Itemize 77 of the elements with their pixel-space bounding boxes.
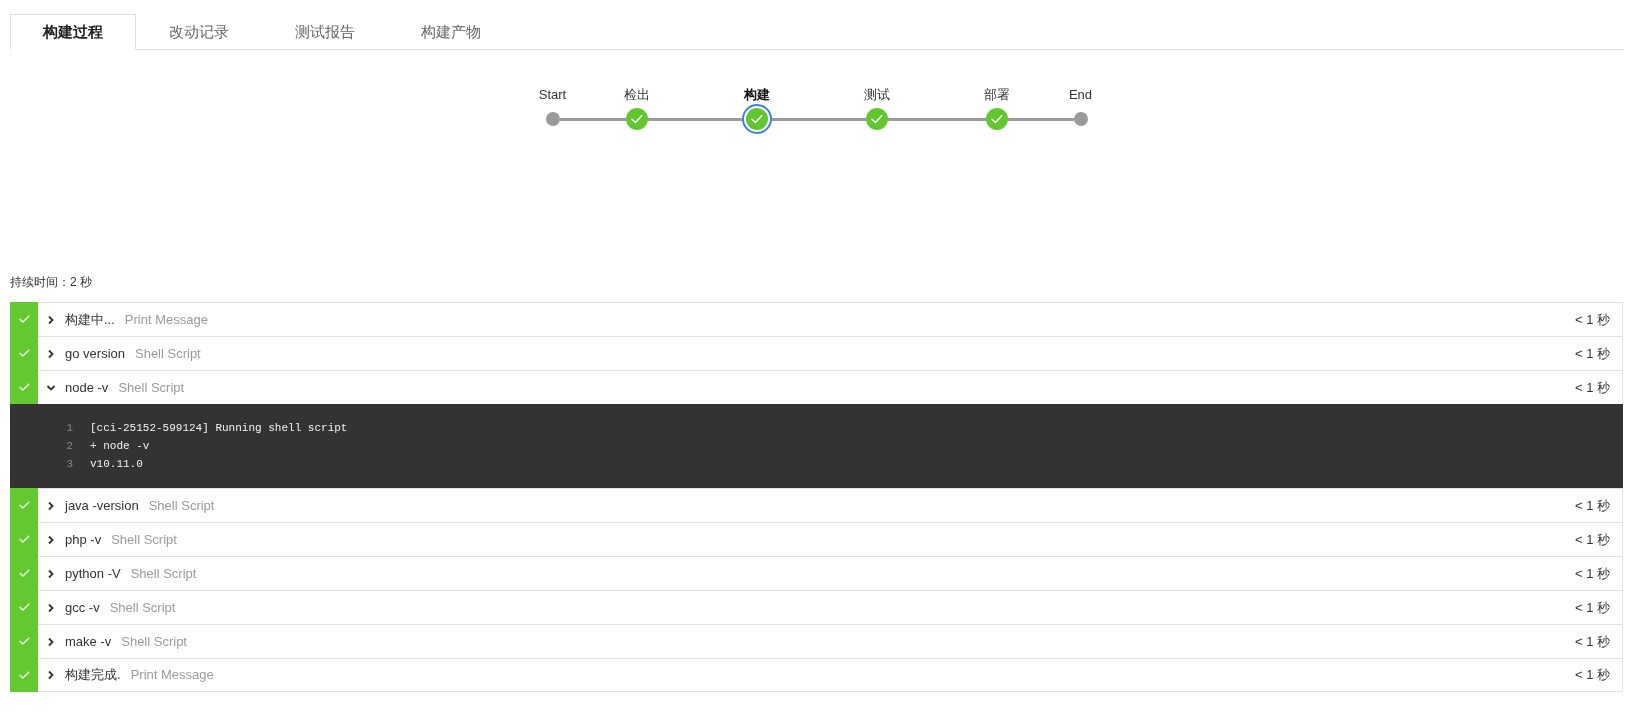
stage-label: 测试 [863,87,890,103]
log-line: v10.11.0 [90,457,143,472]
tab[interactable]: 测试报告 [262,14,388,50]
tab[interactable]: 构建产物 [388,14,514,50]
tab[interactable]: 构建过程 [10,14,136,50]
step-row[interactable]: make -v Shell Script < 1 秒 [38,624,1623,658]
step-name: node -v [65,378,109,397]
step-type: Shell Script [135,344,201,363]
step-duration: < 1 秒 [1574,632,1610,651]
step-name: 构建中... [65,310,115,329]
step-type: Shell Script [130,564,197,583]
stage-label: 部署 [983,87,1010,103]
check-icon [18,535,30,543]
step-type: Print Message [130,666,214,685]
step-row[interactable]: go version Shell Script < 1 秒 [38,336,1623,370]
duration-text: 持续时间：2 秒 [10,274,92,290]
step-name: php -v [65,530,102,549]
step-name: 构建完成. [65,666,121,685]
dot-icon[interactable] [1073,112,1088,126]
log-line: [cci-25152-599124] Running shell script [90,421,348,436]
step-duration: < 1 秒 [1574,564,1610,583]
step-row[interactable]: 构建完成. Print Message < 1 秒 [38,658,1623,692]
step-duration: < 1 秒 [1574,496,1610,515]
line-number: 1 [65,421,73,436]
chevron-right-icon[interactable] [46,348,56,359]
stage-label: Start [538,87,567,103]
step-duration: < 1 秒 [1574,344,1610,363]
step-type: Print Message [124,310,208,329]
stage-label: End [1068,87,1093,103]
chevron-right-icon[interactable] [46,602,56,613]
step-type: Shell Script [121,632,187,651]
check-icon [18,349,30,357]
chevron-right-icon[interactable] [46,636,56,647]
step-name: gcc -v [65,598,100,617]
stage-label: 检出 [623,87,650,103]
chevron-right-icon[interactable] [46,314,56,325]
chevron-right-icon[interactable] [46,670,56,680]
check-icon [18,501,30,509]
check-icon [18,671,30,679]
step-duration: < 1 秒 [1574,378,1610,397]
line-number: 2 [65,439,73,454]
step-row[interactable]: java -version Shell Script < 1 秒 [38,488,1623,522]
step-row[interactable]: gcc -v Shell Script < 1 秒 [38,590,1623,624]
step-row[interactable]: python -V Shell Script < 1 秒 [38,556,1623,590]
step-name: java -version [65,496,139,515]
dot-icon[interactable] [545,112,560,126]
line-number: 3 [65,457,73,472]
check-circle-icon[interactable] [865,108,888,130]
step-type: Shell Script [109,598,176,617]
step-type: Shell Script [148,496,215,515]
connector-line [559,117,626,121]
check-icon [18,569,30,577]
stage-label: 构建 [743,87,770,103]
check-icon [18,383,30,391]
check-circle-icon[interactable] [741,104,772,134]
check-icon [18,603,30,611]
step-duration: < 1 秒 [1574,310,1610,329]
step-duration: < 1 秒 [1574,530,1610,549]
step-duration: < 1 秒 [1574,666,1610,685]
tab[interactable]: 改动记录 [136,14,262,50]
check-icon [18,637,30,645]
step-duration: < 1 秒 [1574,598,1610,617]
connector-line [1007,117,1074,121]
step-type: Shell Script [118,378,185,397]
check-icon [18,315,30,323]
log-line: + node -v [90,439,150,454]
step-name: python -V [65,564,121,583]
check-circle-icon[interactable] [625,108,648,130]
step-name: make -v [65,632,112,651]
chevron-right-icon[interactable] [46,500,56,511]
chevron-right-icon[interactable] [46,534,56,545]
step-type: Shell Script [111,530,177,549]
check-circle-icon[interactable] [985,108,1008,130]
chevron-right-icon[interactable] [46,568,56,579]
step-row[interactable]: 构建中... Print Message < 1 秒 [38,302,1623,336]
step-row[interactable]: php -v Shell Script < 1 秒 [38,522,1623,556]
step-name: go version [65,344,125,363]
